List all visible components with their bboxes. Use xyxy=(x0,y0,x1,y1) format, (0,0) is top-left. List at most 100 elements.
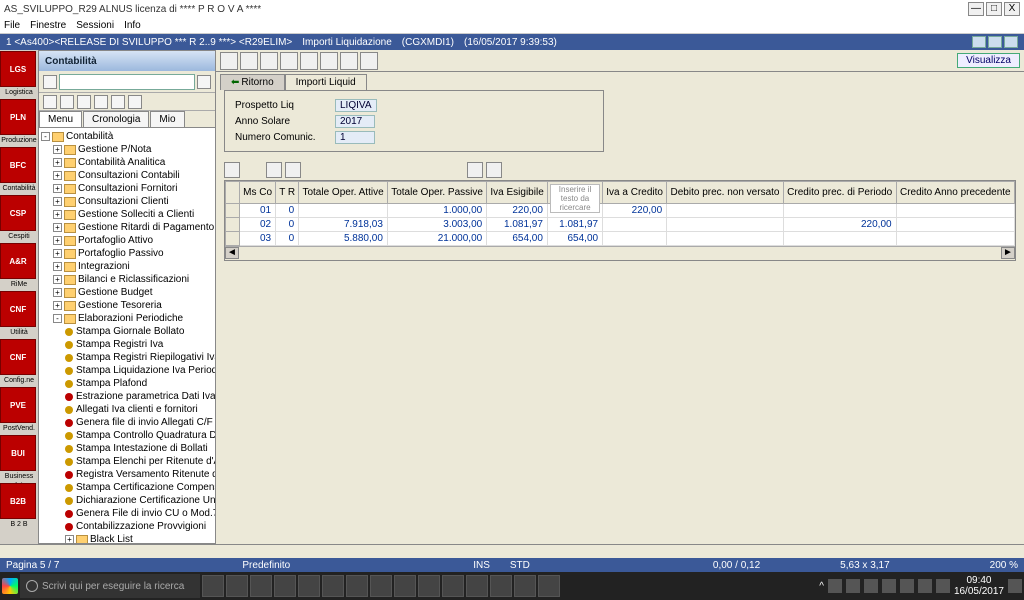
tree-node[interactable]: +Black List xyxy=(41,533,213,543)
toolbar-icon-6[interactable] xyxy=(320,52,338,70)
task-icon[interactable] xyxy=(466,575,488,597)
grid-hscroll[interactable]: ◄ ► xyxy=(225,246,1015,260)
task-icon[interactable] xyxy=(226,575,248,597)
tree-go-icon[interactable] xyxy=(197,75,211,89)
task-icon[interactable] xyxy=(250,575,272,597)
tray-icon[interactable] xyxy=(828,579,842,593)
task-icon[interactable] xyxy=(346,575,368,597)
tree-icon-3[interactable] xyxy=(77,95,91,109)
module-b2b[interactable]: B2B xyxy=(0,483,36,519)
tree-node[interactable]: +Gestione Tesoreria xyxy=(41,299,213,312)
tree-node[interactable]: +Portafoglio Attivo xyxy=(41,234,213,247)
tree-node[interactable]: Genera File di invio CU o Mod.770 xyxy=(41,507,213,520)
tree-icon-5[interactable] xyxy=(111,95,125,109)
col-ivadov[interactable]: Iva DovutaInserire il testo da ricercare xyxy=(547,182,602,204)
task-icon[interactable] xyxy=(322,575,344,597)
tree-node[interactable]: Stampa Giornale Bollato xyxy=(41,325,213,338)
tree-node[interactable]: -Elaborazioni Periodiche xyxy=(41,312,213,325)
tree-node[interactable]: +Bilanci e Riclassificazioni xyxy=(41,273,213,286)
tree-node[interactable]: Registra Versamento Ritenute d'Acconto F… xyxy=(41,468,213,481)
tree-icon-1[interactable] xyxy=(43,95,57,109)
tree-search-input[interactable] xyxy=(59,74,195,90)
grid-tool-1[interactable] xyxy=(224,162,240,178)
tree-node[interactable]: +Consultazioni Fornitori xyxy=(41,182,213,195)
tree-node[interactable]: Estrazione parametrica Dati Iva xyxy=(41,390,213,403)
tree-node[interactable]: +Integrazioni xyxy=(41,260,213,273)
toolbar-icon-8[interactable] xyxy=(360,52,378,70)
tree-node[interactable]: +Portafoglio Passivo xyxy=(41,247,213,260)
tree-node[interactable]: +Consultazioni Clienti xyxy=(41,195,213,208)
tree-node[interactable]: Stampa Liquidazione Iva Periodica xyxy=(41,364,213,377)
toolbar-icon-5[interactable] xyxy=(300,52,318,70)
module-cnf[interactable]: CNF xyxy=(0,339,36,375)
tray-notification-icon[interactable] xyxy=(1008,579,1022,593)
toolbar-icon-4[interactable] xyxy=(280,52,298,70)
col-ms[interactable]: Ms Co xyxy=(240,182,276,204)
tree-node[interactable]: Dichiarazione Certificazione Unica o Mod… xyxy=(41,494,213,507)
col-totpas[interactable]: Totale Oper. Passive xyxy=(387,182,486,204)
taskbar-clock[interactable]: 09:4016/05/2017 xyxy=(954,575,1004,597)
grid-tool-print-icon[interactable] xyxy=(486,162,502,178)
tree-node[interactable]: Stampa Intestazione di Bollati xyxy=(41,442,213,455)
tree-node[interactable]: Allegati Iva clienti e fornitori xyxy=(41,403,213,416)
visualizza-button[interactable]: Visualizza xyxy=(957,53,1020,68)
scroll-left-icon[interactable]: ◄ xyxy=(225,247,239,259)
task-icon[interactable] xyxy=(394,575,416,597)
maximize-button[interactable]: □ xyxy=(986,2,1002,16)
task-icon[interactable] xyxy=(274,575,296,597)
tree-node[interactable]: +Gestione Budget xyxy=(41,286,213,299)
task-icon[interactable] xyxy=(370,575,392,597)
taskbar-search[interactable]: Scrivi qui per eseguire la ricerca xyxy=(20,574,200,598)
filter-input[interactable]: Inserire il testo da ricercare xyxy=(550,184,600,213)
mdi-min-icon[interactable] xyxy=(972,36,986,48)
tree-node[interactable]: Stampa Elenchi per Ritenute d'Acconto xyxy=(41,455,213,468)
task-icon[interactable] xyxy=(418,575,440,597)
tray-icon[interactable] xyxy=(900,579,914,593)
tray-chevron-icon[interactable]: ^ xyxy=(819,581,824,592)
start-button[interactable] xyxy=(2,578,18,594)
tab-mio[interactable]: Mio xyxy=(150,111,184,127)
tree-node[interactable]: Stampa Plafond xyxy=(41,377,213,390)
tree-node[interactable]: Stampa Registri Riepilogativi Iva xyxy=(41,351,213,364)
module-pve[interactable]: PVE xyxy=(0,387,36,423)
toolbar-icon-7[interactable] xyxy=(340,52,358,70)
tray-icon[interactable] xyxy=(846,579,860,593)
col-ivaes[interactable]: Iva Esigibile xyxy=(487,182,548,204)
col-debprec[interactable]: Debito prec. non versato xyxy=(667,182,784,204)
toolbar-icon-2[interactable] xyxy=(240,52,258,70)
tree-icon-6[interactable] xyxy=(128,95,142,109)
toolbar-icon-3[interactable] xyxy=(260,52,278,70)
col-credanno[interactable]: Credito Anno precedente xyxy=(896,182,1014,204)
col-totatt[interactable]: Totale Oper. Attive xyxy=(299,182,388,204)
module-lgs[interactable]: LGS xyxy=(0,51,36,87)
grid-tool-export-icon[interactable] xyxy=(467,162,483,178)
toolbar-icon-1[interactable] xyxy=(220,52,238,70)
mdi-close-icon[interactable] xyxy=(1004,36,1018,48)
menu-finestre[interactable]: Finestre xyxy=(30,20,66,31)
task-icon[interactable] xyxy=(202,575,224,597)
tree-node[interactable]: Genera file di invio Allegati C/F xyxy=(41,416,213,429)
mdi-max-icon[interactable] xyxy=(988,36,1002,48)
tree-node[interactable]: +Gestione Solleciti a Clienti xyxy=(41,208,213,221)
tab-ritorno[interactable]: ⬅Ritorno xyxy=(220,74,285,90)
menu-file[interactable]: File xyxy=(4,20,20,31)
tree-node[interactable]: Stampa Certificazione Compensi Fornitori xyxy=(41,481,213,494)
table-row[interactable]: 0305.880,0021.000,00654,00654,00 xyxy=(226,232,1015,246)
col-ivacr[interactable]: Iva a Credito xyxy=(603,182,667,204)
tree-node[interactable]: +Gestione Ritardi di Pagamento Clienti xyxy=(41,221,213,234)
module-csp[interactable]: CSP xyxy=(0,195,36,231)
tray-icon[interactable] xyxy=(864,579,878,593)
tab-importi-liquid[interactable]: Importi Liquid xyxy=(285,74,367,90)
module-pln[interactable]: PLN xyxy=(0,99,36,135)
module-cnf[interactable]: CNF xyxy=(0,291,36,327)
task-icon[interactable] xyxy=(538,575,560,597)
menu-info[interactable]: Info xyxy=(124,20,141,31)
grid-tool-filter-icon[interactable] xyxy=(285,162,301,178)
menu-sessioni[interactable]: Sessioni xyxy=(76,20,114,31)
tab-menu[interactable]: Menu xyxy=(39,111,82,127)
col-tr[interactable]: T R xyxy=(276,182,299,204)
task-icon[interactable] xyxy=(298,575,320,597)
col-sel[interactable] xyxy=(226,182,240,204)
tree-node[interactable]: Stampa Registri Iva xyxy=(41,338,213,351)
task-icon[interactable] xyxy=(490,575,512,597)
